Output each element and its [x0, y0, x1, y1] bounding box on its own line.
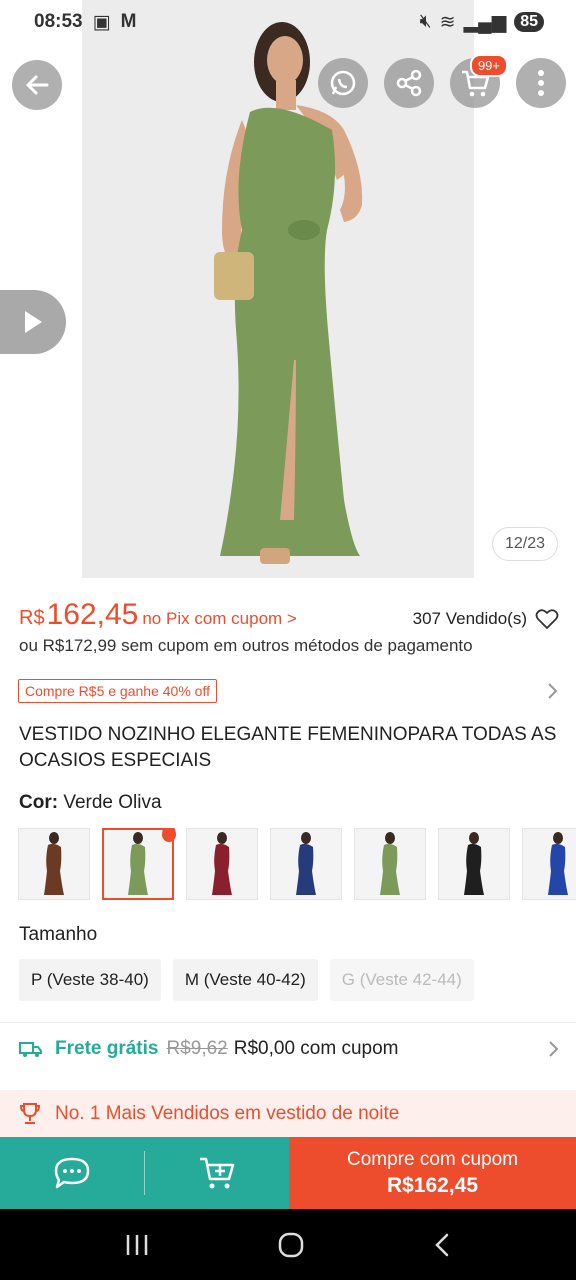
- bestseller-text: No. 1 Mais Vendidos em vestido de noite: [55, 1103, 400, 1124]
- more-options-button[interactable]: [516, 58, 566, 108]
- price-value: 162,45: [46, 598, 139, 631]
- color-label: Cor: Verde Oliva: [19, 792, 162, 814]
- shipping-new-price: R$0,00 com cupom: [233, 1038, 399, 1059]
- dress-thumbnail-image: [44, 832, 64, 895]
- color-variant-thumbnail[interactable]: [438, 828, 510, 900]
- product-title: VESTIDO NOZINHO ELEGANTE FEMENINOPARA TO…: [19, 724, 557, 771]
- status-time: 08:53: [34, 11, 83, 32]
- pix-coupon-link[interactable]: no Pix com cupom >: [142, 609, 297, 629]
- color-variant-thumbnail[interactable]: [522, 828, 576, 900]
- gmail-icon: M: [120, 11, 137, 32]
- truck-icon: [19, 1042, 42, 1057]
- mute-icon: 🔇︎: [419, 11, 432, 32]
- recent-apps-icon[interactable]: [124, 1233, 150, 1257]
- shipping-old-price: R$9,62: [166, 1038, 228, 1059]
- wifi-icon: ≋: [439, 11, 456, 33]
- dress-thumbnail-image: [548, 832, 568, 895]
- bestseller-banner[interactable]: No. 1 Mais Vendidos em vestido de noite: [0, 1090, 576, 1138]
- share-icon: [396, 69, 422, 97]
- buy-button-label: Compre com cupom: [346, 1149, 519, 1170]
- product-image-gallery[interactable]: 99+ 12/23: [0, 0, 576, 578]
- chat-icon: [54, 1157, 90, 1189]
- hot-icon: [162, 828, 176, 842]
- arrow-left-icon: [26, 75, 49, 95]
- sold-count-text: 307 Vendido(s): [412, 609, 527, 628]
- whatsapp-icon: [330, 70, 356, 96]
- color-variant-thumbnail[interactable]: [102, 828, 176, 900]
- battery-indicator: 85: [514, 12, 544, 32]
- divider: [0, 1022, 576, 1023]
- color-label-key: Cor:: [19, 792, 59, 813]
- size-label: Tamanho: [19, 924, 98, 945]
- cart-count-badge: 99+: [469, 54, 508, 77]
- add-to-cart-icon: [200, 1157, 235, 1189]
- heart-icon[interactable]: [535, 608, 559, 630]
- share-button[interactable]: [384, 58, 434, 108]
- image-counter: 12/23: [491, 527, 558, 561]
- play-icon: [25, 311, 42, 333]
- dress-thumbnail-image: [296, 832, 316, 895]
- free-shipping-label: Frete grátis: [55, 1038, 159, 1059]
- action-left-group: [0, 1137, 289, 1209]
- buy-button-price: R$162,45: [386, 1174, 479, 1197]
- size-option-p[interactable]: P (Veste 38-40): [19, 959, 161, 1001]
- alt-price-text: ou R$172,99 sem cupom em outros métodos …: [19, 636, 473, 655]
- status-bar: 08:53 ▣ M 🔇︎ ≋ ▂▄▆ 85: [0, 0, 576, 44]
- color-variant-thumbnail[interactable]: [270, 828, 342, 900]
- size-option-g: G (Veste 42-44): [329, 959, 474, 1001]
- dress-thumbnail-image: [212, 832, 232, 895]
- price-row: R$ 162,45 no Pix com cupom > 307 Vendido…: [19, 598, 559, 632]
- chevron-right-icon: [548, 683, 558, 699]
- price-currency: R$: [19, 607, 45, 629]
- home-icon[interactable]: [277, 1231, 305, 1259]
- trophy-icon: [19, 1103, 41, 1124]
- promo-badge: Compre R$5 e ganhe 40% off: [18, 679, 217, 703]
- more-vertical-icon: [538, 70, 544, 96]
- size-option-m[interactable]: M (Veste 40-42): [172, 959, 318, 1001]
- promo-row[interactable]: Compre R$5 e ganhe 40% off: [18, 679, 558, 703]
- sold-count: 307 Vendido(s): [413, 608, 559, 630]
- system-navigation-bar: [0, 1209, 576, 1280]
- color-variant-list: [18, 828, 576, 900]
- dress-thumbnail-image: [128, 832, 148, 895]
- buy-with-coupon-button[interactable]: Compre com cupom R$162,45: [289, 1137, 576, 1209]
- color-variant-thumbnail[interactable]: [186, 828, 258, 900]
- screenshot-icon: ▣: [92, 11, 111, 33]
- dress-thumbnail-image: [380, 832, 400, 895]
- chevron-right-icon: [549, 1041, 559, 1057]
- cart-button[interactable]: 99+: [450, 54, 508, 108]
- signal-icon: ▂▄▆: [463, 11, 507, 33]
- back-button[interactable]: [12, 60, 62, 110]
- size-options: P (Veste 38-40) M (Veste 40-42) G (Veste…: [19, 959, 474, 1001]
- dress-thumbnail-image: [464, 832, 484, 895]
- bottom-action-bar: Compre com cupom R$162,45: [0, 1137, 576, 1209]
- color-label-value: Verde Oliva: [63, 792, 162, 813]
- play-video-button[interactable]: [0, 290, 66, 354]
- chat-button[interactable]: [0, 1137, 144, 1209]
- color-variant-thumbnail[interactable]: [18, 828, 90, 900]
- color-variant-thumbnail[interactable]: [354, 828, 426, 900]
- back-nav-icon[interactable]: [432, 1232, 452, 1258]
- add-to-cart-button[interactable]: [145, 1137, 289, 1209]
- shipping-row[interactable]: Frete grátis R$9,62 R$0,00 com cupom: [19, 1038, 559, 1060]
- whatsapp-share-button[interactable]: [318, 58, 368, 108]
